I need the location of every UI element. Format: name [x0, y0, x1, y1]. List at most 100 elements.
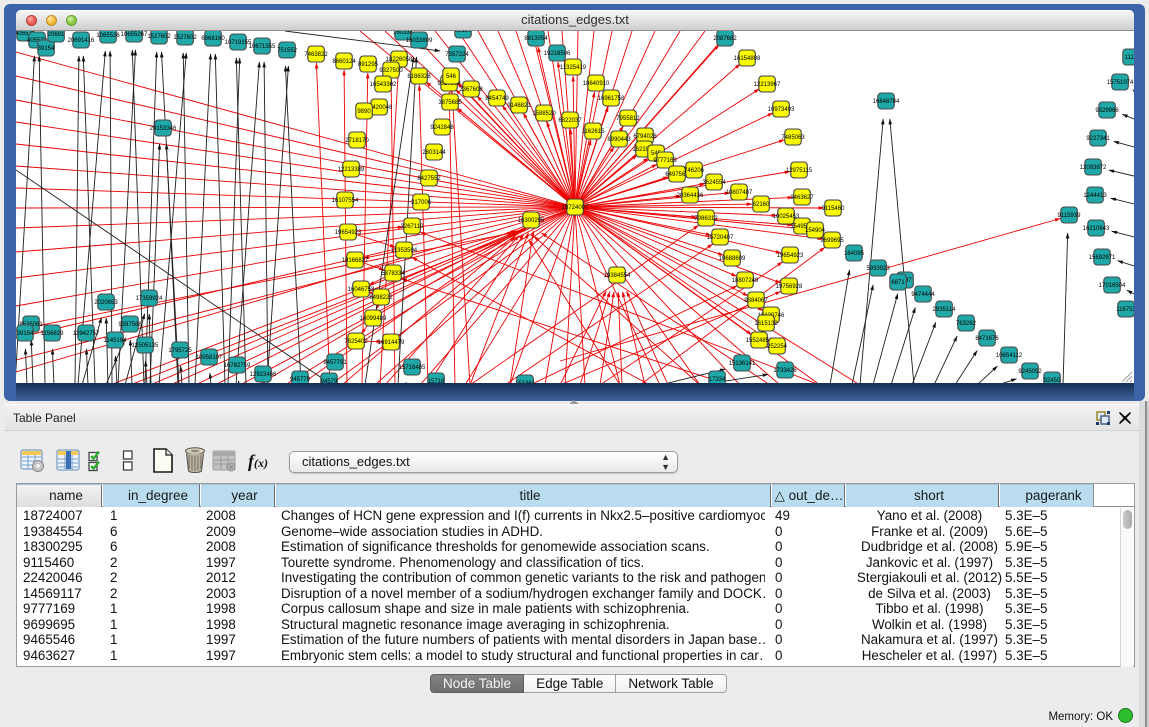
svg-text:20153346: 20153346	[150, 126, 177, 132]
svg-text:16107554: 16107554	[332, 198, 359, 204]
svg-text:317006: 317006	[411, 200, 432, 206]
svg-text:9146821: 9146821	[507, 103, 531, 109]
svg-text:1527602: 1527602	[173, 35, 197, 41]
svg-text:19166827: 19166827	[342, 258, 369, 264]
svg-text:763262: 763262	[956, 321, 977, 327]
svg-text:9327500: 9327500	[379, 68, 403, 74]
svg-text:7955812: 7955812	[616, 116, 640, 122]
svg-text:7625402: 7625402	[344, 339, 368, 345]
svg-text:16543362: 16543362	[370, 82, 397, 88]
svg-text:164095: 164095	[844, 251, 865, 257]
svg-text:16046758: 16046758	[348, 287, 375, 293]
svg-text:1733426: 1733426	[773, 368, 797, 374]
svg-text:39154: 39154	[17, 331, 34, 337]
svg-text:18807249: 18807249	[732, 278, 759, 284]
svg-text:1527602: 1527602	[147, 34, 171, 40]
svg-text:6822037: 6822037	[558, 118, 582, 124]
svg-text:9463627: 9463627	[790, 195, 814, 201]
svg-text:3875685: 3875685	[438, 100, 462, 106]
svg-text:2020653: 2020653	[94, 300, 118, 306]
svg-text:19756928: 19756928	[776, 284, 803, 290]
svg-text:9245052: 9245052	[1018, 369, 1042, 375]
svg-text:88130: 88130	[455, 31, 472, 34]
svg-text:151361: 151361	[515, 381, 536, 383]
svg-text:16782759: 16782759	[224, 363, 251, 369]
svg-text:6966160: 6966160	[201, 36, 225, 42]
svg-text:12213389: 12213389	[338, 167, 365, 173]
svg-text:1065526: 1065526	[96, 33, 120, 39]
svg-text:12942757: 12942757	[73, 331, 100, 337]
svg-text:9329966: 9329966	[1095, 108, 1119, 114]
svg-text:1795725: 1795725	[168, 348, 192, 354]
svg-text:15136141: 15136141	[729, 361, 756, 367]
svg-text:9457791: 9457791	[323, 360, 347, 366]
svg-text:94579: 94579	[321, 379, 338, 383]
svg-text:2803144: 2803144	[422, 150, 446, 156]
svg-text:20364436: 20364436	[677, 193, 704, 199]
svg-text:6871: 6871	[891, 280, 905, 286]
svg-text:18300295: 18300295	[518, 218, 545, 224]
svg-text:10958107: 10958107	[196, 355, 223, 361]
svg-text:17334: 17334	[709, 377, 726, 383]
svg-text:16210643: 16210643	[1083, 226, 1110, 232]
svg-text:16033809: 16033809	[406, 38, 433, 44]
svg-text:17016504: 17016504	[1099, 283, 1126, 289]
svg-text:10654112: 10654112	[996, 353, 1023, 359]
svg-text:252254: 252254	[767, 344, 788, 350]
svg-text:14099489: 14099489	[360, 316, 387, 322]
svg-text:8498222: 8498222	[369, 295, 393, 301]
svg-text:6794028: 6794028	[633, 134, 657, 140]
svg-text:39154: 39154	[38, 46, 55, 52]
svg-text:1162615: 1162615	[582, 129, 606, 135]
svg-text:10688609: 10688609	[719, 256, 746, 262]
svg-text:9890: 9890	[357, 109, 371, 115]
svg-text:10671355: 10671355	[249, 44, 276, 50]
svg-text:18640910: 18640910	[583, 81, 610, 87]
svg-text:15716485: 15716485	[399, 365, 426, 371]
svg-text:9384067: 9384067	[744, 298, 768, 304]
svg-text:11353594: 11353594	[391, 248, 418, 254]
svg-text:15720407: 15720407	[707, 235, 734, 241]
svg-text:16914479: 16914479	[378, 340, 405, 346]
svg-text:2367608: 2367608	[459, 87, 483, 93]
svg-text:1145194: 1145194	[104, 338, 128, 344]
svg-text:9777169: 9777169	[653, 158, 677, 164]
svg-text:19654923: 19654923	[335, 230, 362, 236]
svg-text:12213967: 12213967	[754, 82, 781, 88]
svg-text:18724007: 18724007	[562, 205, 589, 211]
svg-text:9115460: 9115460	[822, 206, 846, 212]
svg-text:12975115: 12975115	[786, 168, 813, 174]
svg-text:8813054: 8813054	[524, 36, 548, 42]
svg-text:1117: 1117	[1125, 55, 1134, 61]
svg-text:15751074: 15751074	[1107, 80, 1134, 86]
svg-text:8454749: 8454749	[485, 96, 509, 102]
svg-text:1615132: 1615132	[754, 321, 778, 327]
svg-text:17359924: 17359924	[136, 296, 163, 302]
svg-text:746206: 746206	[684, 168, 705, 174]
svg-text:16648784: 16648784	[873, 99, 900, 105]
svg-text:751552: 751552	[277, 48, 298, 54]
svg-text:7463822: 7463822	[304, 52, 328, 58]
svg-text:10807487: 10807487	[726, 190, 753, 196]
svg-text:116753: 116753	[1116, 307, 1134, 313]
svg-text:2935114: 2935114	[933, 307, 957, 313]
svg-text:16961758: 16961758	[598, 96, 625, 102]
svg-text:15716: 15716	[428, 379, 445, 383]
svg-text:9474444: 9474444	[911, 292, 935, 298]
svg-text:20691: 20691	[48, 32, 65, 38]
svg-text:154904: 154904	[805, 228, 826, 234]
svg-text:1156829: 1156829	[41, 331, 65, 337]
svg-text:891295: 891295	[358, 62, 379, 68]
svg-text:3267110: 3267110	[401, 224, 425, 230]
svg-text:9242848: 9242848	[430, 125, 454, 131]
svg-text:19654923: 19654923	[777, 253, 804, 259]
svg-text:92450: 92450	[1044, 378, 1061, 383]
svg-text:3624554: 3624554	[702, 180, 726, 186]
svg-text:9115939: 9115939	[1058, 213, 1082, 219]
svg-text:8660124: 8660124	[332, 59, 356, 65]
svg-text:12093872: 12093872	[1080, 165, 1107, 171]
svg-text:12923466: 12923466	[250, 372, 277, 378]
svg-text:8990443: 8990443	[607, 137, 631, 143]
svg-text:7986312: 7986312	[694, 216, 718, 222]
svg-text:9397588: 9397588	[118, 322, 142, 328]
